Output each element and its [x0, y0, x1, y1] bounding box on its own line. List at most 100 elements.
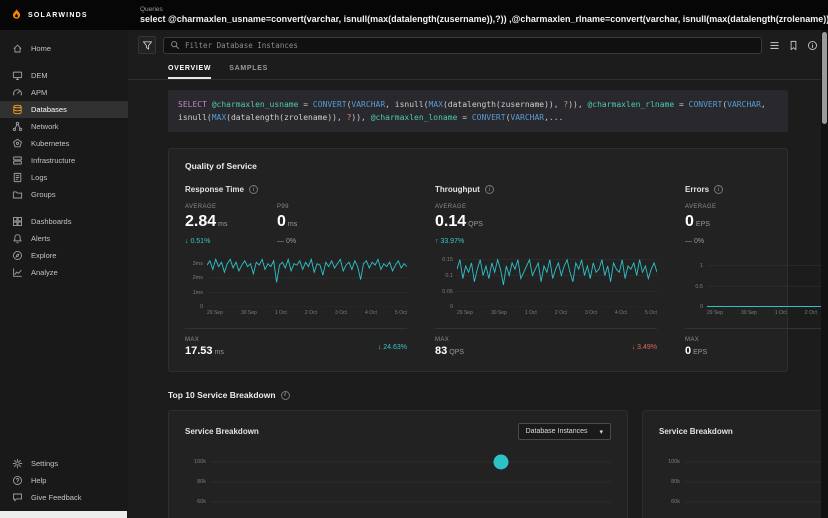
info-icon[interactable]: i [484, 185, 494, 195]
stat-value: 0 EPS [685, 213, 710, 231]
sidebar-item-kubernetes[interactable]: Kubernetes [0, 135, 128, 152]
change-indicator: ↓ 3.49% [631, 343, 657, 351]
sidebar-item-explore[interactable]: Explore [0, 247, 128, 264]
sidebar-item-label: Infrastructure [31, 156, 76, 165]
content: SELECT @charmaxlen_usname = CONVERT(VARC… [128, 80, 828, 518]
search-bar[interactable] [163, 36, 762, 54]
y-axis-labels: 100k 80k 60k [194, 459, 206, 506]
max-value: 0 EPS [685, 345, 708, 358]
feedback-icon [12, 492, 23, 503]
sidebar-item-infrastructure[interactable]: Infrastructure [0, 152, 128, 169]
metric-title: Throughput [435, 185, 480, 195]
stat-unit: QPS [468, 221, 483, 229]
query-header: Queries select @charmaxlen_usname=conver… [128, 6, 828, 24]
search-icon [171, 41, 179, 49]
tab-samples[interactable]: SAMPLES [229, 65, 268, 79]
service-breakdown-chart[interactable] [685, 452, 828, 512]
y-axis-labels: 3ms 2ms 1ms 0 [192, 261, 203, 311]
sidebar: Home DEM APM Databases Network Kubernete… [0, 30, 128, 518]
breakdown-filter-dropdown[interactable]: Database Instances ▾ [517, 423, 611, 441]
stat-label: AVERAGE [185, 204, 217, 211]
alerts-icon [12, 233, 23, 244]
service-breakdown-chart[interactable] [211, 452, 611, 512]
sidebar-item-label: Settings [31, 459, 59, 468]
dem-icon [12, 70, 23, 81]
stat-label: P99 [277, 204, 289, 211]
sidebar-item-label: Kubernetes [31, 139, 70, 148]
sidebar-item-label: DEM [31, 71, 48, 80]
throughput-chart[interactable] [457, 255, 657, 308]
gear-icon [12, 458, 23, 469]
sidebar-item-help[interactable]: Help [0, 472, 128, 489]
view-list-icon[interactable] [769, 40, 780, 51]
groups-icon [12, 189, 23, 200]
network-icon [12, 121, 23, 132]
y-axis-labels: 1 0.5 0 [695, 262, 703, 311]
database-icon [12, 104, 23, 115]
stat-unit: EPS [695, 221, 710, 229]
sql-line: isnull(MAX(datalength(zrolename)), ?)), … [178, 113, 564, 123]
home-icon [12, 43, 23, 54]
filter-button[interactable] [138, 36, 156, 54]
max-label: MAX [685, 337, 700, 344]
max-value: 83 QPS [435, 345, 465, 358]
sidebar-item-give-feedback[interactable]: Give Feedback [0, 489, 128, 506]
sidebar-item-label: Databases [31, 105, 67, 114]
metric-title: Response Time [185, 185, 244, 195]
sidebar-item-databases[interactable]: Databases [0, 101, 128, 118]
response-time-chart[interactable] [207, 255, 407, 308]
sidebar-item-apm[interactable]: APM [0, 84, 128, 101]
kubernetes-icon [12, 138, 23, 149]
service-breakdown-card-right: Service Breakdown 100k 80k 60k [642, 410, 828, 518]
sidebar-item-dashboards[interactable]: Dashboards [0, 213, 128, 230]
bookmark-icon[interactable] [788, 40, 799, 51]
sidebar-item-dem[interactable]: DEM [0, 67, 128, 84]
stat-value: 0 ms [277, 213, 298, 231]
brand-text: SOLARWINDS [28, 11, 88, 19]
metric-title: Errors [685, 185, 710, 195]
change-indicator: ↑ 33.97% [435, 238, 465, 246]
funnel-filter-icon [142, 40, 152, 50]
info-icon[interactable]: i [248, 185, 258, 195]
info-circle-icon[interactable] [807, 40, 818, 51]
sidebar-item-label: Explore [31, 251, 57, 260]
sidebar-item-analyze[interactable]: Analyze [0, 264, 128, 281]
sidebar-item-label: APM [31, 88, 48, 97]
info-icon[interactable]: i [714, 185, 724, 195]
errors-chart[interactable] [707, 255, 828, 308]
sidebar-item-network[interactable]: Network [0, 118, 128, 135]
y-axis-labels: 0.15 0.1 0.05 0 [442, 257, 453, 311]
stat-unit: ms [287, 221, 298, 229]
x-axis-labels: 29 Sep30 Sep1 Oct2 Oct3 Oct4 Oct5 Oct [207, 310, 407, 317]
sidebar-item-logs[interactable]: Logs [0, 169, 128, 186]
service-breakdown-card-left: Service Breakdown Database Instances ▾ 1… [168, 410, 628, 518]
metric-errors: Errors i AVERAGE 0 EPS — 0% 1 0.5 0 29 S… [685, 185, 828, 357]
info-icon[interactable]: i [280, 390, 290, 400]
sidebar-item-label: Dashboards [31, 217, 72, 226]
vertical-scrollbar[interactable] [821, 30, 828, 518]
sql-code-block[interactable]: SELECT @charmaxlen_usname = CONVERT(VARC… [168, 90, 788, 133]
sidebar-item-label: Analyze [31, 268, 58, 277]
metric-throughput: Throughput i AVERAGE 0.14 QPS ↑ 33.97% 0.… [435, 185, 657, 357]
sidebar-item-groups[interactable]: Groups [0, 186, 128, 203]
solarwinds-logo[interactable]: SOLARWINDS [0, 8, 128, 22]
sidebar-item-settings[interactable]: Settings [0, 455, 128, 472]
sidebar-item-label: Alerts [31, 234, 51, 243]
sidebar-item-label: Give Feedback [31, 493, 82, 502]
tab-overview[interactable]: OVERVIEW [168, 65, 212, 79]
metric-response-time: Response Time i AVERAGE 2.84ms P99 0ms [185, 185, 407, 357]
toolbar-icons [769, 40, 818, 51]
scrollbar-thumb[interactable] [822, 32, 827, 124]
search-input[interactable] [185, 40, 755, 50]
sidebar-item-label: Network [31, 122, 59, 131]
change-indicator: — 0% [685, 238, 705, 246]
stat-label: AVERAGE [435, 204, 467, 211]
sidebar-item-home[interactable]: Home [0, 40, 128, 57]
service-breakdown-section-title: Top 10 Service Breakdown i [168, 390, 788, 400]
toolbar [128, 30, 828, 60]
chevron-down-icon: ▾ [599, 428, 603, 436]
sidebar-item-label: Help [31, 476, 47, 485]
sidebar-bottom-strip [0, 511, 127, 518]
sidebar-item-alerts[interactable]: Alerts [0, 230, 128, 247]
query-title: select @charmaxlen_usname=convert(varcha… [140, 14, 828, 24]
